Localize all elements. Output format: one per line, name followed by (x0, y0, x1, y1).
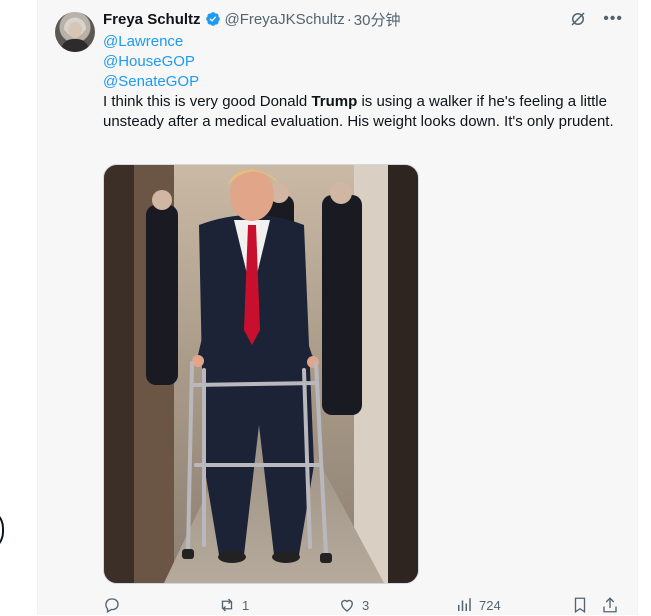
more-icon[interactable]: ••• (603, 11, 623, 27)
tweet-text: I think this is very good Donald Trump i… (103, 92, 623, 132)
tweet[interactable]: Freya Schultz @FreyaJKSchultz · 30分钟 •••… (37, 0, 638, 615)
separator: · (346, 10, 352, 28)
tweet-actions: 1 3 724 (103, 596, 623, 616)
timestamp[interactable]: 30分钟 (354, 9, 401, 30)
author-handle[interactable]: @FreyaJKSchultz (225, 11, 345, 28)
tweet-text-part: I think this is very good Donald (103, 93, 312, 110)
avatar[interactable] (55, 12, 95, 52)
mention-link[interactable]: @SenateGOP (103, 72, 623, 92)
reply-icon (105, 598, 119, 613)
like-button[interactable]: 3 (338, 596, 369, 614)
top-actions: ••• (569, 10, 623, 28)
author-name[interactable]: Freya Schultz (103, 11, 201, 28)
verified-badge-icon (205, 12, 220, 26)
share-button[interactable] (601, 596, 619, 614)
mention-link[interactable]: @Lawrence (103, 32, 623, 52)
views-icon (458, 598, 471, 611)
tweet-body: @Lawrence @HouseGOP @SenateGOP I think t… (103, 32, 623, 132)
tweet-photo[interactable] (103, 164, 419, 584)
tweet-text-bold: Trump (311, 93, 358, 110)
mention-link[interactable]: @HouseGOP (103, 52, 623, 72)
like-count: 3 (362, 597, 370, 613)
grok-icon[interactable] (569, 10, 587, 28)
views-button[interactable]: 724 (455, 596, 501, 614)
bookmark-icon (574, 597, 586, 614)
photo-illustration (104, 165, 418, 583)
like-icon (341, 599, 353, 612)
left-page-strip (0, 0, 37, 615)
tweet-header: Freya Schultz @FreyaJKSchultz · 30分钟 (103, 9, 400, 29)
retweet-count: 1 (242, 597, 250, 613)
retweet-button[interactable]: 1 (218, 596, 249, 614)
partial-icon (0, 508, 4, 552)
reply-button[interactable] (103, 596, 127, 614)
share-icon (603, 597, 617, 613)
bookmark-button[interactable] (571, 596, 589, 614)
views-count: 724 (479, 597, 501, 613)
retweet-icon (221, 598, 233, 612)
